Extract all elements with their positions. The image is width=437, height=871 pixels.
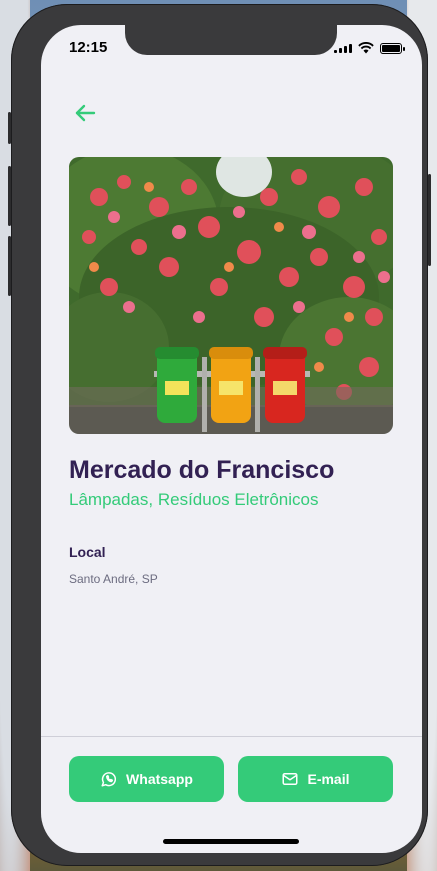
- status-icons: [334, 42, 405, 54]
- status-time: 12:15: [69, 39, 108, 56]
- point-image: [69, 157, 393, 434]
- whatsapp-icon: [101, 772, 117, 787]
- app-screen: 12:15 Mercado do Francisco Lâmpadas, Res…: [41, 25, 422, 853]
- point-items: Lâmpadas, Resíduos Eletrônicos: [69, 490, 319, 509]
- volume-up-button: [8, 166, 11, 226]
- whatsapp-label: Whatsapp: [126, 771, 193, 787]
- phone-frame: 12:15 Mercado do Francisco Lâmpadas, Res…: [8, 4, 431, 866]
- home-indicator: [163, 839, 299, 844]
- email-label: E-mail: [307, 771, 350, 787]
- address-value: Santo André, SP: [69, 572, 158, 586]
- wifi-icon: [358, 42, 374, 54]
- address-label: Local: [69, 544, 106, 560]
- power-button: [428, 174, 431, 266]
- point-name: Mercado do Francisco: [69, 456, 335, 484]
- battery-icon: [380, 42, 405, 54]
- mail-icon: [282, 773, 298, 785]
- email-button[interactable]: E-mail: [238, 756, 393, 802]
- whatsapp-button[interactable]: Whatsapp: [69, 756, 224, 802]
- footer: Whatsapp E-mail: [41, 736, 422, 853]
- arrow-left-icon: [75, 104, 96, 122]
- notch: [125, 25, 337, 55]
- mute-switch: [8, 112, 11, 144]
- signal-icon: [334, 43, 352, 53]
- back-button[interactable]: [69, 97, 101, 129]
- volume-down-button: [8, 236, 11, 296]
